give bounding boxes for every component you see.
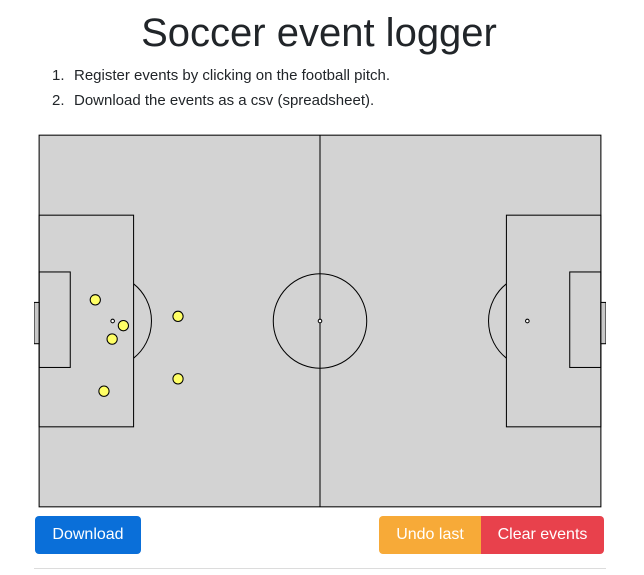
download-button[interactable]: Download — [35, 516, 141, 554]
instructions-list: 1. Register events by clicking on the fo… — [52, 63, 390, 113]
event-marker — [106, 333, 118, 345]
event-marker — [98, 385, 110, 397]
football-pitch[interactable] — [34, 130, 606, 512]
instruction-item: 1. Register events by clicking on the fo… — [52, 63, 390, 88]
event-marker — [89, 294, 101, 306]
left-penalty-spot — [110, 318, 115, 324]
undo-last-button[interactable]: Undo last — [379, 516, 481, 554]
football-pitch-container[interactable] — [34, 130, 606, 512]
right-penalty-spot — [525, 318, 530, 324]
divider — [34, 568, 606, 569]
event-marker — [117, 319, 129, 332]
event-marker — [172, 373, 184, 385]
instruction-number: 2. — [52, 92, 65, 109]
clear-events-button[interactable]: Clear events — [481, 516, 604, 554]
instruction-text: Register events by clicking on the footb… — [74, 67, 391, 84]
event-marker — [172, 310, 184, 323]
instruction-text: Download the events as a csv (spreadshee… — [74, 92, 375, 109]
center-spot — [317, 318, 323, 324]
right-goal — [600, 301, 606, 345]
instruction-number: 1. — [52, 67, 65, 84]
instruction-item: 2. Download the events as a csv (spreads… — [52, 88, 390, 113]
left-goal — [34, 301, 40, 345]
page-title: Soccer event logger — [141, 11, 497, 55]
